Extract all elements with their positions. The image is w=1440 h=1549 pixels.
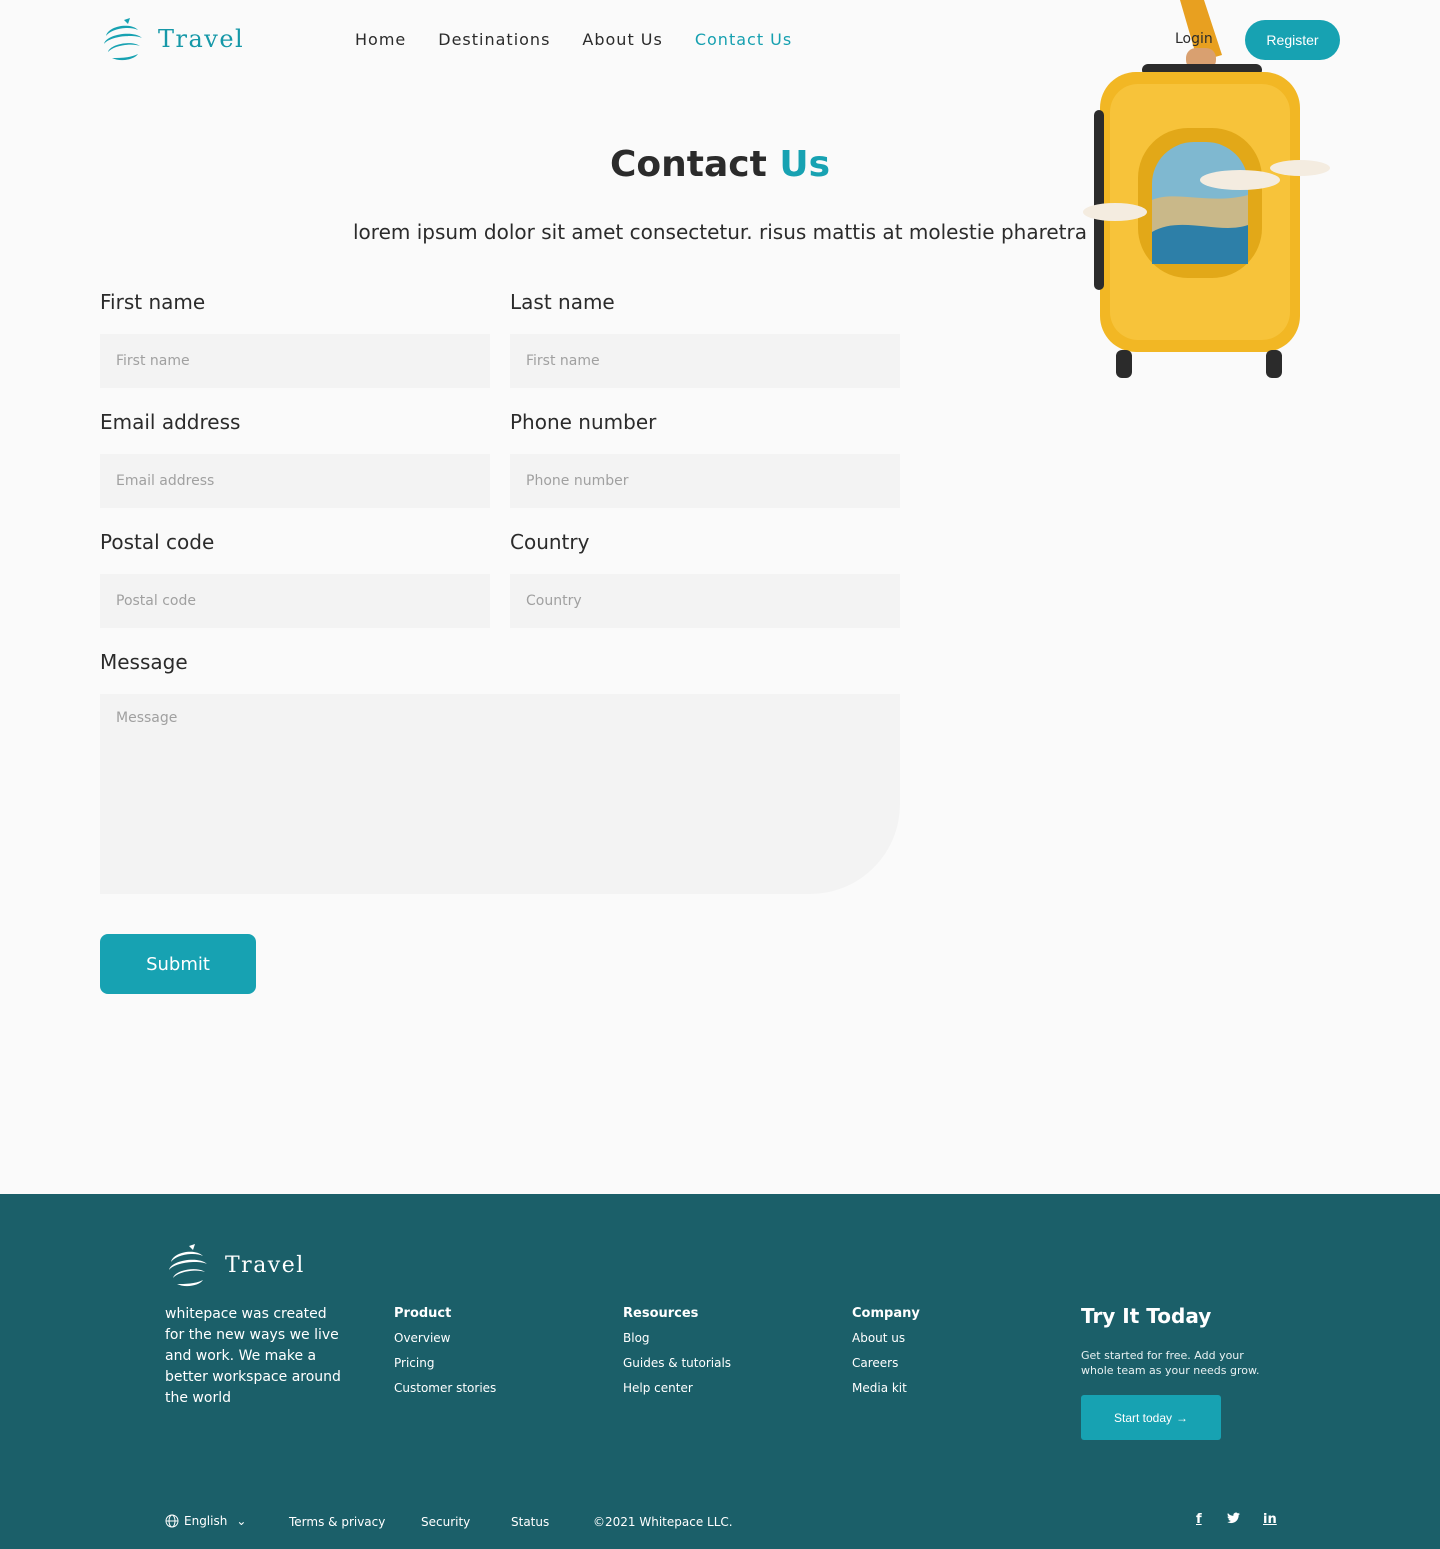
- page-title: Contact Us: [0, 144, 1440, 185]
- postal-code-input[interactable]: [100, 574, 490, 628]
- main-nav: Home Destinations About Us Contact Us: [355, 30, 824, 49]
- copyright: ©2021 Whitepace LLC.: [593, 1515, 733, 1529]
- footer-brand-name: Travel: [225, 1252, 305, 1278]
- footer-column-resources: Resources Blog Guides & tutorials Help c…: [623, 1306, 731, 1406]
- try-it-title: Try It Today: [1081, 1304, 1212, 1328]
- page-subtitle: lorem ipsum dolor sit amet consectetur. …: [353, 220, 1087, 244]
- nav-home[interactable]: Home: [355, 30, 406, 49]
- nav-destinations[interactable]: Destinations: [438, 30, 550, 49]
- page-title-accent: Us: [779, 144, 831, 185]
- brand-logo[interactable]: Travel: [100, 16, 244, 62]
- footer-column-title: Company: [852, 1306, 920, 1321]
- site-footer: Travel whitepace was created for the new…: [0, 1194, 1440, 1549]
- footer-link-overview[interactable]: Overview: [394, 1331, 496, 1345]
- try-it-text: Get started for free. Add your whole tea…: [1081, 1349, 1260, 1377]
- facebook-icon[interactable]: f: [1196, 1512, 1202, 1527]
- terms-link[interactable]: Terms & privacy: [289, 1515, 385, 1529]
- message-input[interactable]: [100, 694, 900, 894]
- country-input[interactable]: [510, 574, 900, 628]
- language-selector[interactable]: English ⌄: [165, 1514, 246, 1528]
- footer-logo[interactable]: Travel: [165, 1242, 305, 1288]
- footer-column-company: Company About us Careers Media kit: [852, 1306, 920, 1406]
- phone-input[interactable]: [510, 454, 900, 508]
- arrow-right-icon: →: [1176, 1410, 1189, 1425]
- footer-link-pricing[interactable]: Pricing: [394, 1356, 496, 1370]
- status-link[interactable]: Status: [511, 1515, 549, 1529]
- postal-code-label: Postal code: [100, 530, 215, 554]
- footer-column-title: Product: [394, 1306, 452, 1321]
- twitter-icon[interactable]: [1227, 1512, 1240, 1528]
- footer-link-careers[interactable]: Careers: [852, 1356, 920, 1370]
- last-name-label: Last name: [510, 290, 615, 314]
- footer-link-customer-stories[interactable]: Customer stories: [394, 1381, 496, 1395]
- last-name-input[interactable]: [510, 334, 900, 388]
- footer-link-blog[interactable]: Blog: [623, 1331, 731, 1345]
- language-label: English: [184, 1514, 228, 1528]
- footer-column-title: Resources: [623, 1306, 699, 1321]
- email-label: Email address: [100, 410, 241, 434]
- security-link[interactable]: Security: [421, 1515, 470, 1529]
- first-name-input[interactable]: [100, 334, 490, 388]
- country-label: Country: [510, 530, 590, 554]
- message-label: Message: [100, 650, 188, 674]
- register-button[interactable]: Register: [1245, 20, 1340, 60]
- nav-about[interactable]: About Us: [582, 30, 662, 49]
- start-today-label: Start today: [1113, 1410, 1173, 1425]
- nav-contact[interactable]: Contact Us: [695, 30, 792, 49]
- first-name-label: First name: [100, 290, 206, 314]
- page-title-main: Contact: [609, 144, 767, 185]
- login-link[interactable]: Login: [1175, 31, 1213, 47]
- email-input[interactable]: [100, 454, 490, 508]
- globe-logo-icon: [104, 18, 142, 61]
- globe-logo-icon: [169, 1244, 207, 1287]
- footer-link-help-center[interactable]: Help center: [623, 1381, 731, 1395]
- footer-link-guides[interactable]: Guides & tutorials: [623, 1356, 731, 1370]
- chevron-down-icon: ⌄: [236, 1514, 247, 1528]
- footer-column-product: Product Overview Pricing Customer storie…: [394, 1306, 496, 1406]
- footer-link-media-kit[interactable]: Media kit: [852, 1381, 920, 1395]
- phone-label: Phone number: [510, 410, 657, 434]
- footer-about: whitepace was created for the new ways w…: [165, 1306, 341, 1406]
- footer-link-about-us[interactable]: About us: [852, 1331, 920, 1345]
- start-today-button[interactable]: Start today →: [1081, 1395, 1221, 1440]
- linkedin-icon[interactable]: in: [1263, 1512, 1277, 1527]
- submit-button[interactable]: Submit: [100, 934, 256, 994]
- brand-name: Travel: [158, 25, 245, 53]
- globe-icon: [165, 1514, 179, 1528]
